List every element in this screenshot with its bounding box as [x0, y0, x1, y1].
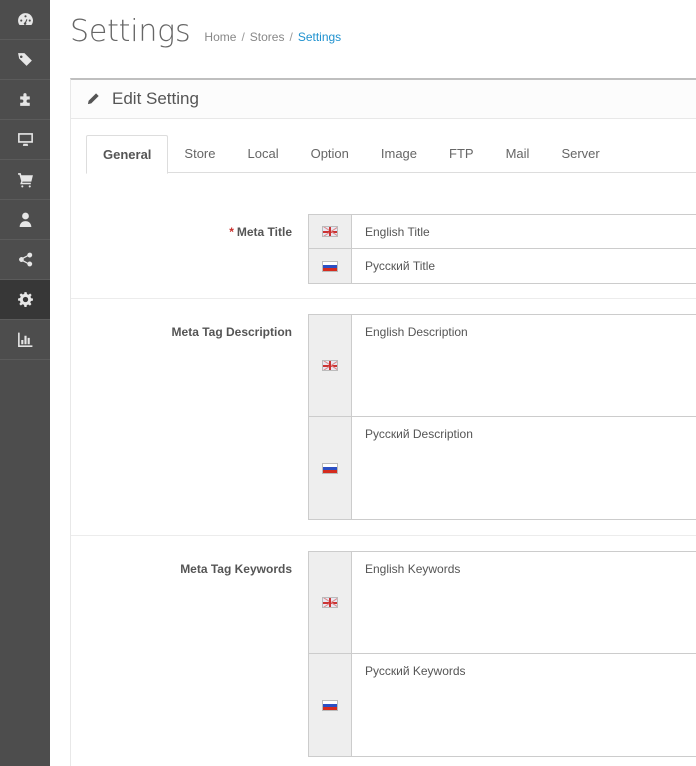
russia-flag-icon [322, 462, 338, 474]
tab-store[interactable]: Store [168, 135, 231, 173]
page-title: Settings [70, 14, 191, 49]
tab-server[interactable]: Server [545, 135, 615, 173]
meta-keywords-en-group: English Keywords [308, 551, 696, 654]
meta-title-row: * Meta Title English Title Русский Title [71, 200, 696, 298]
meta-keywords-ru-group: Русский Keywords [308, 654, 696, 757]
meta-description-en-group: English Description [308, 314, 696, 417]
meta-keywords-en-textarea[interactable]: English Keywords [352, 552, 696, 653]
tab-local[interactable]: Local [232, 135, 295, 173]
breadcrumb-home[interactable]: Home [204, 30, 236, 44]
russia-flag-icon [322, 260, 338, 272]
meta-title-en-group: English Title [308, 214, 696, 249]
sidebar [0, 0, 50, 766]
tab-image[interactable]: Image [365, 135, 433, 173]
required-mark: * [229, 225, 234, 239]
settings-tabs: General Store Local Option Image FTP Mai… [86, 135, 696, 174]
shopping-cart-icon [17, 173, 33, 188]
desktop-icon [17, 133, 33, 146]
breadcrumb-separator: / [241, 30, 245, 44]
bar-chart-icon [17, 332, 32, 347]
uk-flag-icon [322, 597, 338, 608]
meta-title-ru-group: Русский Title [308, 249, 696, 284]
tags-icon [17, 53, 32, 66]
meta-title-ru-input[interactable]: Русский Title [352, 249, 696, 283]
breadcrumb: Home / Stores / Settings [204, 30, 346, 44]
panel-title: Edit Setting [112, 89, 199, 108]
english-flag-addon [309, 215, 352, 248]
meta-description-ru-textarea[interactable]: Русский Description [352, 417, 696, 519]
sidebar-item-reports[interactable] [0, 320, 50, 360]
tab-ftp[interactable]: FTP [433, 135, 490, 173]
meta-keywords-ru-textarea[interactable]: Русский Keywords [352, 654, 696, 756]
sidebar-item-system[interactable] [0, 280, 50, 320]
tab-mail[interactable]: Mail [490, 135, 546, 173]
edit-setting-panel: Edit Setting General Store Local Option … [70, 78, 696, 766]
meta-title-label-text: Meta Title [236, 225, 292, 239]
breadcrumb-stores[interactable]: Stores [250, 30, 285, 44]
sidebar-item-customers[interactable] [0, 200, 50, 240]
tab-general[interactable]: General [86, 135, 169, 174]
sidebar-item-design[interactable] [0, 120, 50, 160]
meta-title-en-input[interactable]: English Title [352, 215, 696, 248]
uk-flag-icon [322, 226, 338, 237]
russia-flag-icon [322, 699, 338, 711]
english-flag-addon [309, 315, 352, 416]
share-icon [18, 252, 32, 267]
sidebar-item-marketing[interactable] [0, 240, 50, 280]
uk-flag-icon [322, 360, 338, 371]
page-header: Settings Home / Stores / Settings [70, 14, 346, 58]
meta-description-label: Meta Tag Description [171, 325, 292, 339]
user-icon [19, 212, 31, 227]
sidebar-item-catalog[interactable] [0, 40, 50, 80]
meta-description-en-textarea[interactable]: English Description [352, 315, 696, 416]
russian-flag-addon [309, 654, 352, 756]
puzzle-icon [19, 93, 30, 106]
sidebar-item-sales[interactable] [0, 160, 50, 200]
russian-flag-addon [309, 417, 352, 519]
gear-icon [17, 292, 33, 307]
pencil-icon [87, 93, 99, 105]
breadcrumb-settings[interactable]: Settings [298, 30, 341, 44]
meta-keywords-row: Meta Tag Keywords English Keywords Русск… [71, 535, 696, 766]
sidebar-item-extensions[interactable] [0, 80, 50, 120]
meta-title-label: * Meta Title [229, 225, 292, 239]
tab-option[interactable]: Option [295, 135, 365, 173]
english-flag-addon [309, 552, 352, 653]
sidebar-item-dashboard[interactable] [0, 0, 50, 40]
meta-description-row: Meta Tag Description English Description… [71, 298, 696, 535]
dashboard-icon [17, 13, 33, 26]
breadcrumb-separator: / [289, 30, 293, 44]
meta-description-ru-group: Русский Description [308, 417, 696, 520]
panel-heading: Edit Setting [71, 80, 696, 119]
main-content: Settings Home / Stores / Settings Edit S… [50, 0, 696, 766]
meta-keywords-label: Meta Tag Keywords [180, 562, 292, 576]
russian-flag-addon [309, 249, 352, 283]
